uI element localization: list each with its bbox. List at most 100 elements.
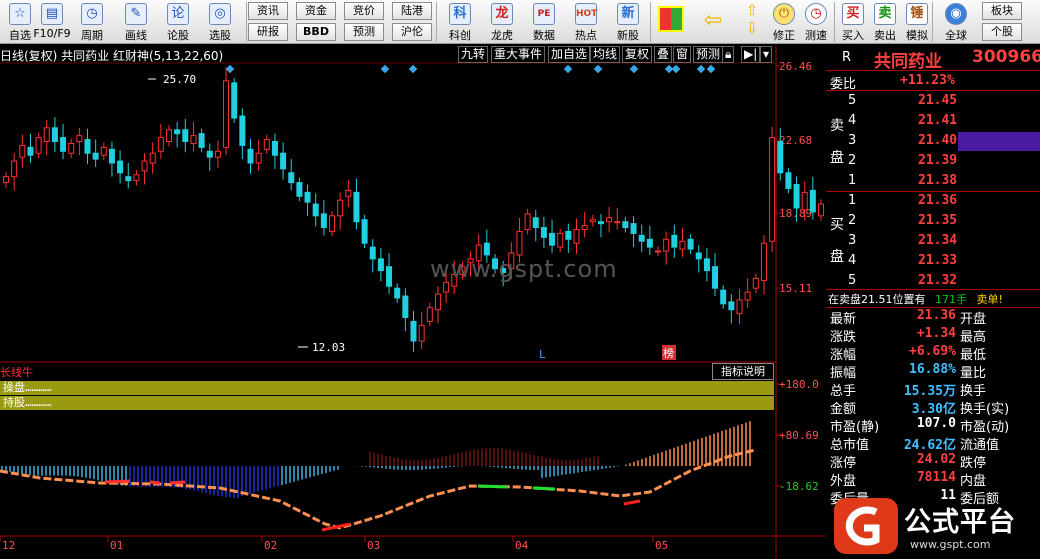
stat-value: 3.30亿: [911, 402, 956, 417]
candle-body: [337, 199, 344, 217]
toolbar-discuss-button[interactable]: 论论股: [158, 0, 198, 43]
candle-body: [418, 324, 425, 342]
stat-label-2: 量比: [960, 366, 987, 381]
auction-button[interactable]: 竞价: [344, 2, 384, 20]
buy-icon: 买: [842, 3, 864, 25]
candle-body: [149, 152, 156, 164]
toolbar-label: 买入: [842, 29, 864, 42]
fund-button[interactable]: 资金: [296, 2, 336, 20]
candle-body: [760, 242, 767, 281]
stock-name: 共同药业: [874, 52, 942, 72]
stat-label-2: 跌停: [960, 456, 987, 471]
band-operate: [0, 381, 774, 395]
forecast-button[interactable]: 预测: [344, 23, 384, 41]
candle-body: [223, 80, 230, 148]
bid-price: 21.36: [918, 193, 958, 208]
stat-label-2: 开盘: [960, 312, 987, 327]
toolbar-ipo-button[interactable]: 新新股: [608, 0, 648, 43]
toolbar-pick-button[interactable]: ◎ 选股: [200, 0, 240, 43]
draw-icon: ✎: [125, 3, 147, 25]
candle-body: [638, 234, 645, 242]
ask-level: 5: [848, 93, 857, 108]
candle-body: [671, 234, 678, 248]
candle-body: [769, 137, 776, 242]
sh-london-button[interactable]: 沪伦: [392, 23, 432, 41]
candle-body: [320, 213, 327, 229]
candle-body: [271, 140, 278, 156]
toolbar-f10-button[interactable]: ▤ F10/F9: [32, 0, 72, 43]
toolbar-label: 龙虎: [491, 29, 513, 42]
hk-connect-button[interactable]: 陆港: [392, 2, 432, 20]
stock-code: 300966: [972, 47, 1040, 67]
candle-body: [76, 135, 83, 142]
candle-body: [524, 213, 531, 231]
stat-label-2: 最高: [960, 330, 987, 345]
candle-body: [345, 189, 352, 197]
correct-button[interactable]: ⏻ 修正: [768, 0, 800, 43]
toolbar-kechuang-button[interactable]: 科科创: [440, 0, 480, 43]
research-button[interactable]: 研报: [248, 23, 288, 41]
toolbar-data-pe-button[interactable]: PE 数据: [524, 0, 564, 43]
toolbar-hot-button[interactable]: HOT 热点: [566, 0, 606, 43]
stock-button[interactable]: 个股: [982, 23, 1022, 41]
chart-control-3[interactable]: 均线: [590, 46, 621, 63]
month-label: 02: [264, 539, 277, 552]
play-end-icon[interactable]: ▶|: [741, 46, 761, 63]
toolbar-label: F10/F9: [33, 27, 71, 40]
toolbar-longhu-button[interactable]: 龙龙虎: [482, 0, 522, 43]
stat-value: +1.34: [916, 326, 956, 341]
candle-body: [818, 203, 824, 217]
candle-body: [744, 291, 751, 301]
toolbar-label: 选股: [209, 29, 231, 42]
candle-body: [532, 217, 539, 229]
bid-price: 21.33: [918, 253, 958, 268]
chevron-down-icon[interactable]: ▾: [760, 46, 773, 63]
chart-control-4[interactable]: 复权: [622, 46, 653, 63]
candle-body: [622, 221, 629, 229]
toolbar-label: 画线: [125, 29, 147, 42]
back-button[interactable]: ⇦: [696, 0, 730, 43]
kline-chart[interactable]: 26.4622.6818.8915.1125.7012.03L 榜操盘…………持股…: [0, 46, 826, 559]
candle-body: [549, 232, 556, 246]
chart-control-5[interactable]: 叠: [654, 46, 673, 63]
chart-control-2[interactable]: 加自选: [548, 46, 591, 63]
ask-level: 2: [848, 153, 857, 168]
toolbar-period-button[interactable]: ◷ 周期: [72, 0, 112, 43]
month-label: 04: [515, 539, 529, 552]
candle-body: [720, 289, 727, 305]
candle-body: [84, 139, 91, 154]
band-hold-label: 持股…………: [3, 395, 52, 409]
min-label: 12.03: [312, 341, 345, 354]
month-label: 12: [2, 539, 15, 552]
candle-body: [712, 266, 719, 289]
chart-control-6[interactable]: 窗: [673, 46, 692, 63]
candle-body: [695, 252, 702, 260]
candle-body: [597, 221, 604, 225]
chart-control-1[interactable]: 重大事件: [491, 46, 546, 63]
bbd-button[interactable]: BBD: [296, 23, 336, 41]
chart-control-0[interactable]: 九转: [458, 46, 489, 63]
price-axis-label: 26.46: [779, 60, 812, 73]
sector-button[interactable]: 板块: [982, 2, 1022, 20]
rank-label: 榜: [663, 346, 674, 360]
indicator-explain-button[interactable]: 指标说明: [712, 363, 774, 380]
band-hold: [0, 396, 774, 410]
buy-button[interactable]: 买买入: [838, 0, 868, 43]
chart-control-7[interactable]: 预测: [693, 46, 724, 63]
lock-icon[interactable]: 🔒︎: [722, 46, 735, 63]
layout-button[interactable]: [654, 0, 688, 43]
month-label: 05: [655, 539, 668, 552]
up-down-button[interactable]: ⇧ ⇩: [738, 0, 766, 43]
simulate-button[interactable]: 锤模拟: [902, 0, 932, 43]
band-operate-label: 操盘…………: [3, 380, 52, 394]
global-button[interactable]: ◉ 全球: [936, 0, 976, 43]
bid-level: 4: [848, 253, 857, 268]
toolbar-draw-button[interactable]: ✎ 画线: [116, 0, 156, 43]
news-button[interactable]: 资讯: [248, 2, 288, 20]
speedtest-button[interactable]: ◷ 测速: [800, 0, 832, 43]
candle-body: [793, 184, 800, 209]
candle-body: [679, 240, 686, 250]
arrow-up-icon: ⇧: [745, 1, 759, 19]
sell-label-1: 卖: [830, 118, 844, 134]
sell-button[interactable]: 卖卖出: [870, 0, 900, 43]
